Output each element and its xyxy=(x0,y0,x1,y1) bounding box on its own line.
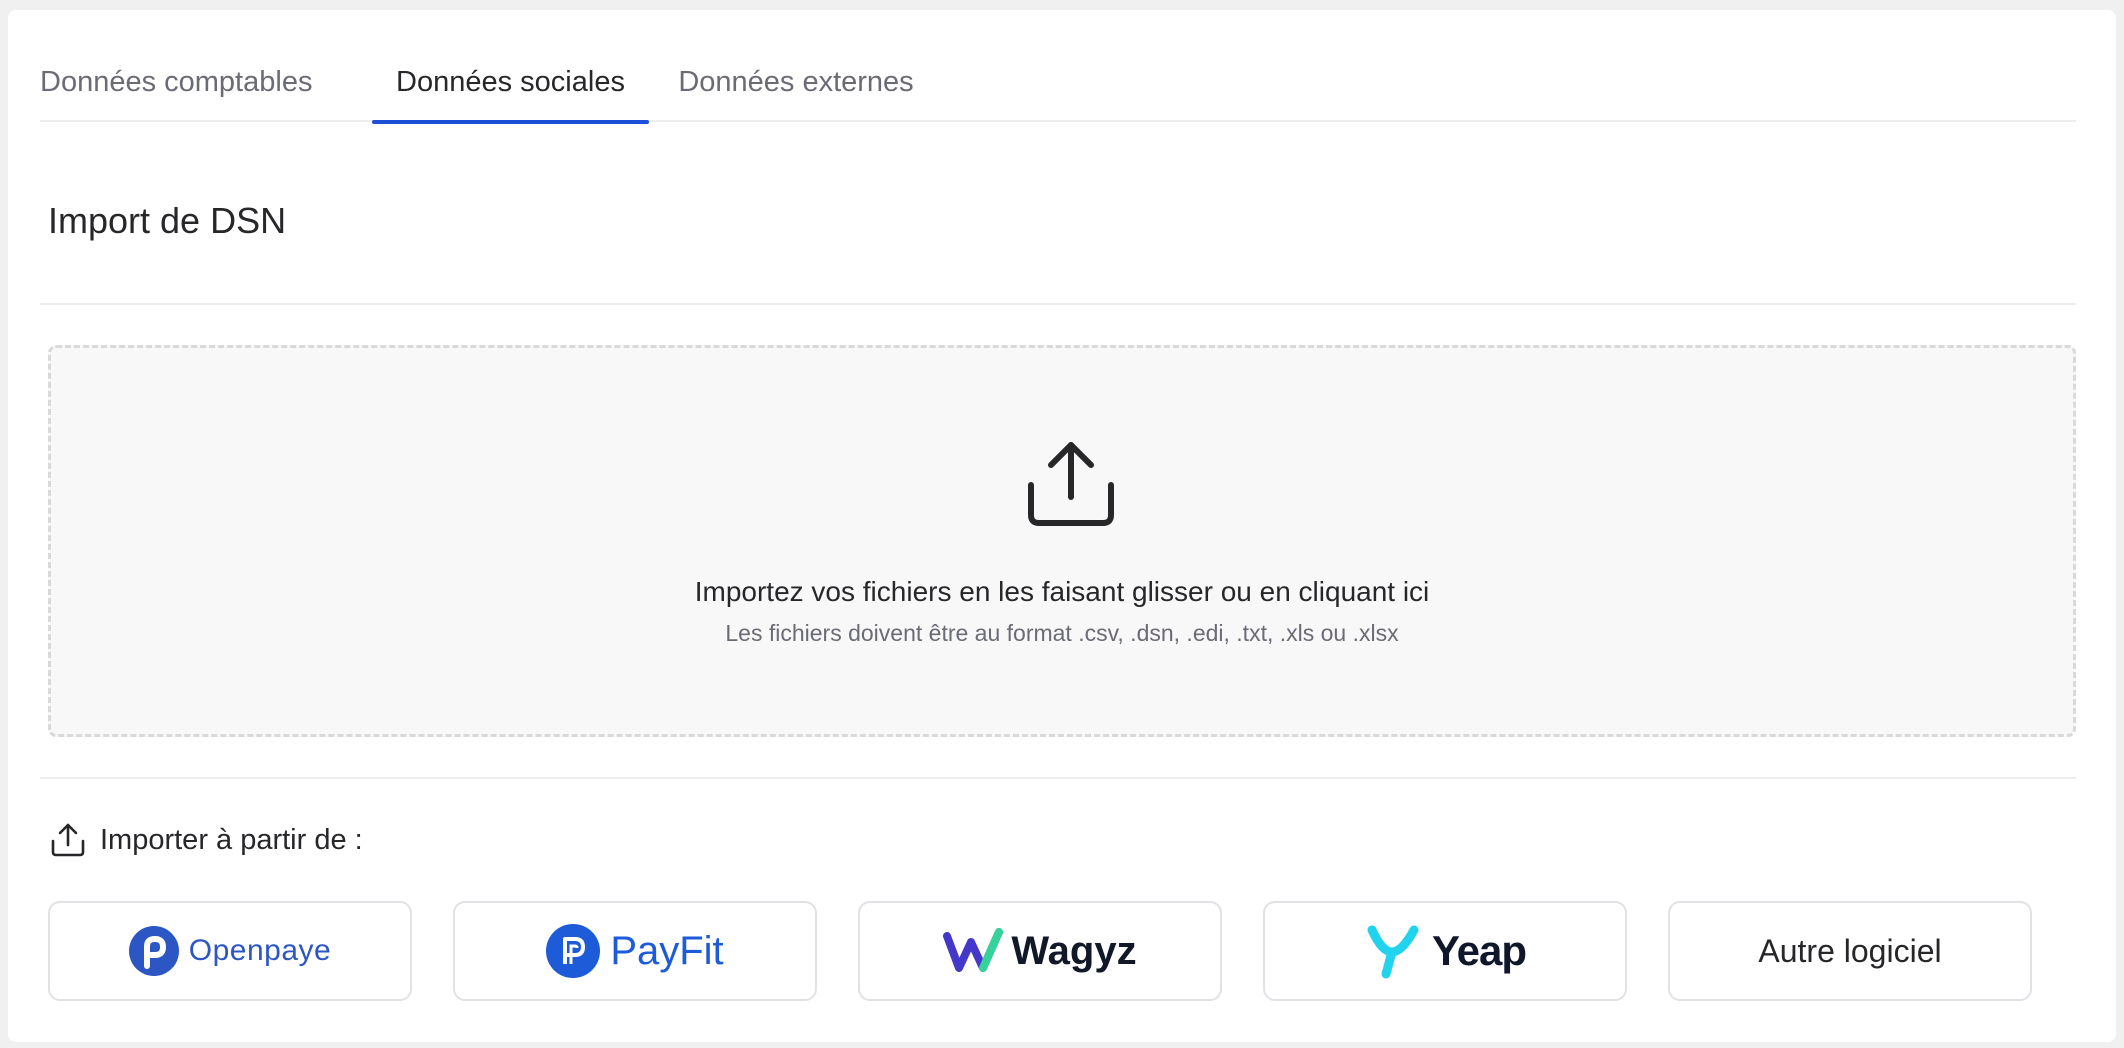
upload-icon xyxy=(1028,442,1114,526)
provider-payfit-label: PayFit xyxy=(610,928,724,973)
file-dropzone[interactable]: Importez vos fichiers en les faisant gli… xyxy=(48,345,2076,737)
tab-donnees-sociales[interactable]: Données sociales xyxy=(372,40,649,124)
provider-openpaye-label: Openpaye xyxy=(188,934,332,967)
provider-yeap-button[interactable]: Yeap xyxy=(1263,901,1627,1001)
import-from-header: Importer à partir de : xyxy=(48,820,363,860)
divider xyxy=(40,303,2076,305)
tab-donnees-comptables[interactable]: Données comptables xyxy=(40,40,312,122)
yeap-logo: Yeap xyxy=(1364,922,1527,980)
dropzone-formats: Les fichiers doivent être au format .csv… xyxy=(725,620,1399,646)
provider-openpaye-button[interactable]: Openpaye xyxy=(48,901,412,1001)
yeap-icon xyxy=(1367,925,1419,979)
payfit-logo: PayFit xyxy=(546,924,724,978)
dropzone-instruction: Importez vos fichiers en les faisant gli… xyxy=(694,576,1430,607)
provider-wagyz-label: Wagyz xyxy=(1011,928,1137,973)
import-from-label: Importer à partir de : xyxy=(100,823,363,856)
provider-payfit-button[interactable]: PayFit xyxy=(453,901,817,1001)
provider-other-button[interactable]: Autre logiciel xyxy=(1668,901,2032,1001)
provider-wagyz-button[interactable]: Wagyz xyxy=(858,901,1222,1001)
payfit-icon xyxy=(546,924,601,978)
wagyz-icon xyxy=(943,928,1004,972)
openpaye-logo: Openpaye xyxy=(128,926,332,976)
provider-yeap-label: Yeap xyxy=(1431,927,1527,974)
divider xyxy=(40,777,2076,779)
tab-donnees-externes[interactable]: Données externes xyxy=(671,40,921,122)
section-title: Import de DSN xyxy=(48,200,287,241)
upload-icon xyxy=(51,823,85,857)
tab-bar: Données comptables Données sociales Donn… xyxy=(40,40,2076,124)
wagyz-logo: Wagyz xyxy=(943,928,1137,974)
openpaye-icon xyxy=(128,926,179,976)
provider-other-label: Autre logiciel xyxy=(1758,932,1942,969)
